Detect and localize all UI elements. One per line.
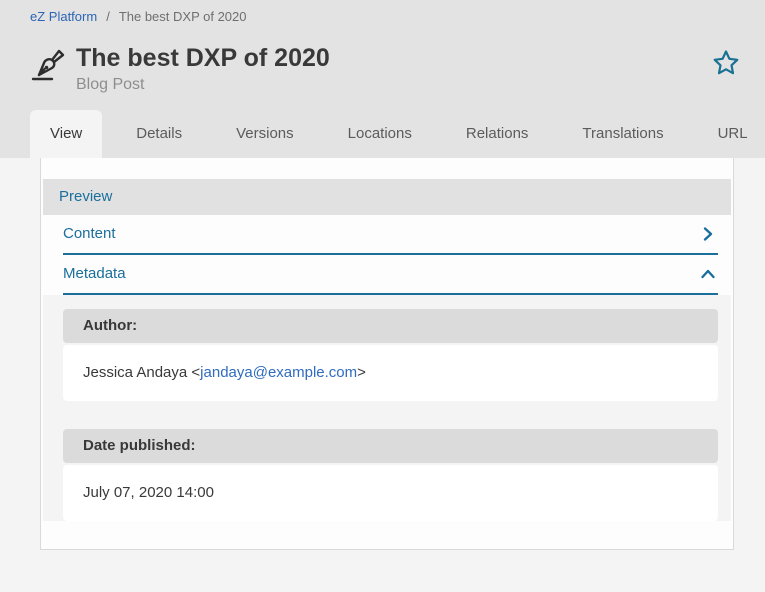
section-metadata[interactable]: Metadata (43, 255, 731, 295)
date-published-value: July 07, 2020 14:00 (63, 465, 718, 521)
author-email-link[interactable]: jandaya@example.com (200, 364, 357, 381)
author-field: Author: Jessica Andaya <jandaya@example.… (63, 309, 718, 401)
author-suffix: > (357, 364, 366, 381)
content-type-label: Blog Post (76, 76, 711, 94)
chevron-up-icon (698, 264, 718, 284)
title-row: The best DXP of 2020 Blog Post (0, 24, 765, 94)
section-content-label: Content (63, 225, 116, 242)
section-content[interactable]: Content (43, 215, 731, 255)
title-block: The best DXP of 2020 Blog Post (76, 44, 711, 94)
author-field-value: Jessica Andaya <jandaya@example.com> (63, 345, 718, 401)
breadcrumb-separator: / (106, 9, 110, 24)
page-body: Preview Content Metadata Author: (0, 158, 765, 567)
date-published-label: Date published: (63, 429, 718, 463)
tab-view[interactable]: View (30, 110, 102, 158)
breadcrumb: eZ Platform / The best DXP of 2020 (0, 0, 765, 24)
view-panel: Preview Content Metadata Author: (40, 158, 734, 550)
tab-strip: View Details Versions Locations Relation… (0, 110, 765, 158)
star-outline-icon (711, 48, 741, 78)
preview-heading-bar: Preview (43, 179, 731, 215)
metadata-body: Author: Jessica Andaya <jandaya@example.… (43, 295, 731, 521)
page-header: eZ Platform / The best DXP of 2020 The b… (0, 0, 765, 158)
tab-versions[interactable]: Versions (216, 110, 314, 158)
tab-url[interactable]: URL (698, 110, 765, 158)
bookmark-star-button[interactable] (711, 48, 741, 78)
tab-translations[interactable]: Translations (562, 110, 683, 158)
date-published-field: Date published: July 07, 2020 14:00 (63, 429, 718, 521)
tab-locations[interactable]: Locations (328, 110, 432, 158)
preview-heading: Preview (59, 188, 112, 205)
author-field-label: Author: (63, 309, 718, 343)
chevron-right-icon (698, 224, 718, 244)
breadcrumb-current: The best DXP of 2020 (119, 9, 247, 24)
breadcrumb-root-link[interactable]: eZ Platform (30, 9, 97, 24)
tab-relations[interactable]: Relations (446, 110, 549, 158)
author-name: Jessica Andaya < (83, 364, 200, 381)
page-title: The best DXP of 2020 (76, 44, 711, 73)
pen-edit-icon (30, 47, 66, 83)
section-metadata-label: Metadata (63, 265, 126, 282)
date-published-text: July 07, 2020 14:00 (83, 484, 214, 501)
tab-details[interactable]: Details (116, 110, 202, 158)
